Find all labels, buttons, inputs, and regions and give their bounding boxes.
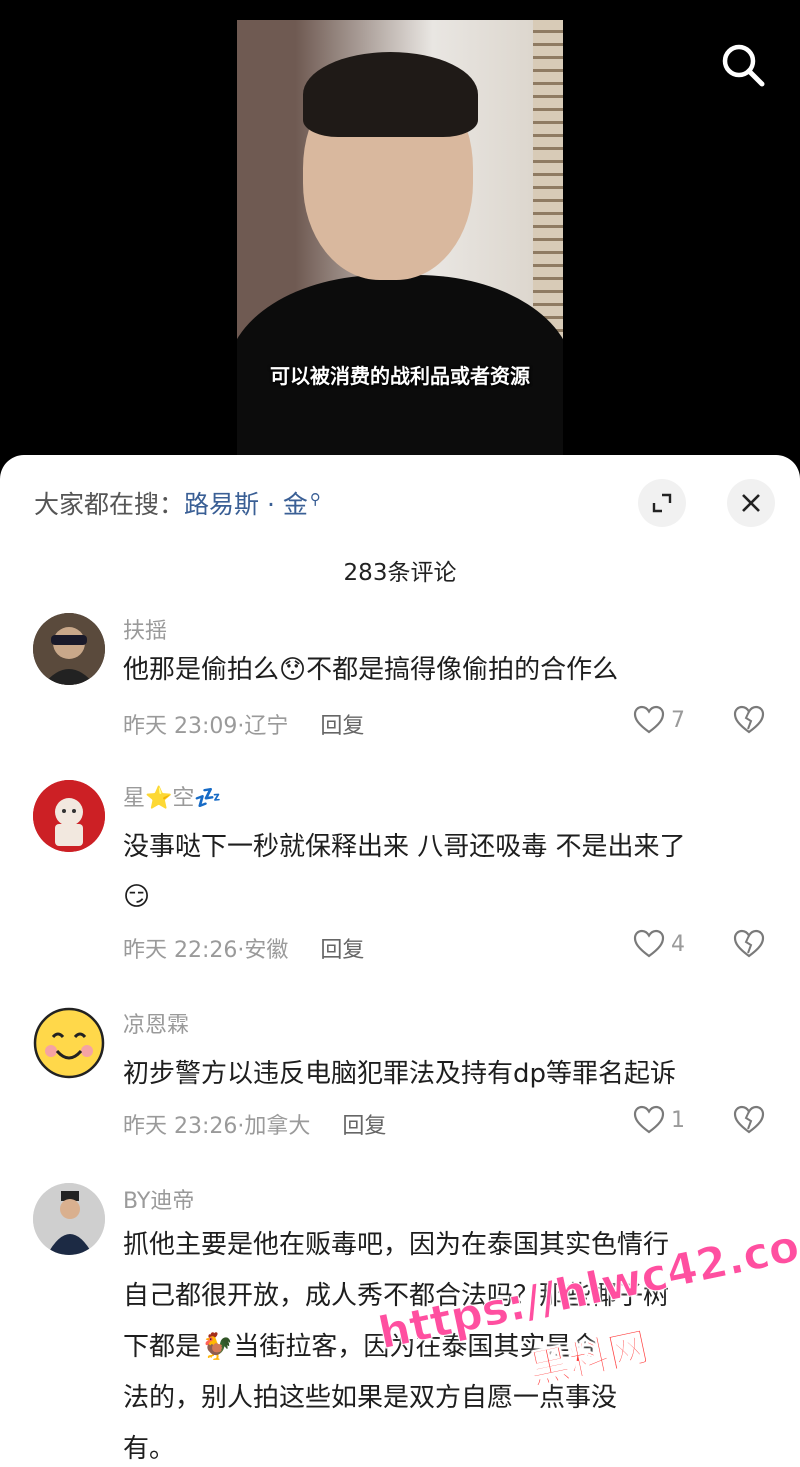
comment-meta: 昨天 22:26·安徽 回复 bbox=[123, 938, 365, 963]
search-small-icon: ⚲ bbox=[309, 489, 321, 508]
hot-search-bar[interactable]: 大家都在搜：路易斯 · 金 ⚲ bbox=[34, 485, 321, 521]
heart-icon bbox=[633, 1105, 665, 1134]
comment-emoji: 😏 bbox=[123, 882, 151, 912]
dislike-broken-heart-icon[interactable] bbox=[733, 705, 765, 739]
video-frame: 可以被消费的战利品或者资源 bbox=[237, 20, 563, 470]
dislike-broken-heart-icon[interactable] bbox=[733, 929, 765, 963]
comment-text: 他那是偷拍么😯不都是搞得像偷拍的合作么 bbox=[123, 655, 619, 685]
search-icon[interactable] bbox=[718, 40, 768, 90]
reply-button[interactable]: 回复 bbox=[342, 1114, 386, 1139]
avatar[interactable] bbox=[33, 613, 105, 685]
person-hair bbox=[303, 52, 478, 137]
heart-icon bbox=[633, 929, 665, 958]
comment-text: 初步警方以违反电脑犯罪法及持有dp等罪名起诉 bbox=[123, 1059, 677, 1089]
hot-search-prefix: 大家都在搜： bbox=[34, 490, 185, 519]
like-button[interactable]: 4 bbox=[633, 929, 685, 959]
like-count: 4 bbox=[671, 931, 685, 957]
video-player[interactable]: 可以被消费的战利品或者资源 bbox=[0, 0, 800, 470]
comment-count: 283条评论 bbox=[343, 560, 457, 586]
comment-meta: 昨天 23:09·辽宁 回复 bbox=[123, 714, 365, 739]
avatar[interactable] bbox=[33, 1183, 105, 1255]
video-caption: 可以被消费的战利品或者资源 bbox=[270, 364, 530, 388]
username[interactable]: 星⭐空💤 bbox=[123, 780, 222, 812]
avatar[interactable] bbox=[33, 780, 105, 852]
comment-meta: 昨天 23:26·加拿大 回复 bbox=[123, 1114, 387, 1139]
reply-button[interactable]: 回复 bbox=[320, 938, 364, 963]
close-icon[interactable] bbox=[727, 479, 775, 527]
username[interactable]: 凉恩霖 bbox=[123, 1007, 189, 1039]
reply-button[interactable]: 回复 bbox=[320, 714, 364, 739]
like-button[interactable]: 1 bbox=[633, 1105, 685, 1135]
heart-icon bbox=[633, 705, 665, 734]
like-count: 7 bbox=[671, 707, 685, 733]
comment-text: 没事哒下一秒就保释出来 八哥还吸毒 不是出来了 bbox=[123, 832, 686, 862]
avatar[interactable] bbox=[33, 1007, 105, 1079]
expand-icon[interactable] bbox=[638, 479, 686, 527]
hot-search-term[interactable]: 路易斯 · 金 ⚲ bbox=[184, 490, 321, 519]
like-button[interactable]: 7 bbox=[633, 705, 685, 735]
like-count: 1 bbox=[671, 1107, 685, 1133]
username[interactable]: 扶揺 bbox=[123, 613, 167, 645]
dislike-broken-heart-icon[interactable] bbox=[733, 1105, 765, 1139]
comment-text-line: 有。 bbox=[123, 1434, 176, 1464]
username[interactable]: BY迪帝 bbox=[123, 1183, 194, 1215]
